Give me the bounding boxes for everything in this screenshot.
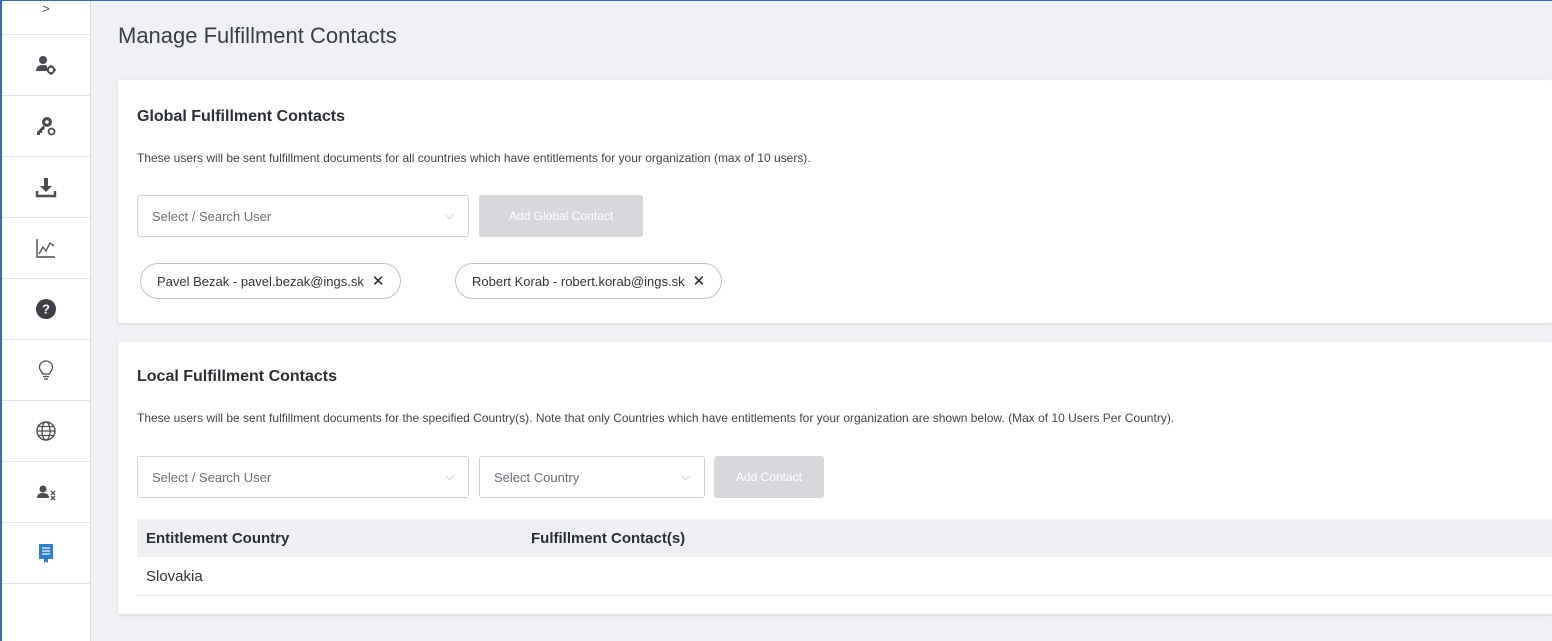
user-settings-icon (36, 56, 56, 75)
global-contact-chip: Pavel Bezak - pavel.bezak@ings.sk ✕ (140, 263, 402, 299)
add-global-contact-button[interactable]: Add Global Contact (479, 195, 643, 237)
local-user-select[interactable]: Select / Search User ⌵ (137, 456, 469, 498)
column-header-country: Entitlement Country (146, 529, 290, 547)
globe-icon (36, 421, 56, 441)
local-contacts-card: Local Fulfillment Contacts These users w… (118, 342, 1552, 614)
key-user-icon (37, 117, 56, 136)
country-select[interactable]: Select Country ⌵ (479, 456, 705, 498)
sidebar-item-global[interactable] (2, 401, 90, 462)
global-contacts-title: Global Fulfillment Contacts (137, 108, 346, 125)
table-row[interactable]: Slovakia (137, 557, 1552, 596)
svg-text:?: ? (42, 302, 50, 317)
sidebar-item-fulfillment[interactable] (2, 523, 90, 584)
sidebar-item-user-settings[interactable] (2, 35, 90, 96)
page-title: Manage Fulfillment Contacts (118, 23, 397, 48)
app-frame: > ? Manage Fulfillment Contacts Global F… (0, 0, 1552, 641)
certificate-icon (39, 544, 53, 563)
global-user-select[interactable]: Select / Search User ⌵ (137, 195, 469, 237)
download-icon (35, 178, 57, 198)
sidebar-item-key-user[interactable] (2, 96, 90, 157)
sidebar-item-download[interactable] (2, 157, 90, 218)
global-contact-chip-label: Pavel Bezak - pavel.bezak@ings.sk (157, 273, 364, 289)
global-contacts-description: These users will be sent fulfillment doc… (137, 151, 811, 165)
chevron-down-icon: ⌵ (445, 209, 454, 222)
global-user-select-placeholder: Select / Search User (152, 208, 272, 224)
sidebar-expand-toggle[interactable]: > (2, 1, 90, 35)
sidebar-item-ideas[interactable] (2, 340, 90, 401)
local-contacts-description: These users will be sent fulfillment doc… (137, 411, 1175, 425)
chart-icon (36, 239, 55, 258)
sidebar-item-help[interactable]: ? (2, 279, 90, 340)
lightbulb-icon (38, 360, 54, 380)
chevron-down-icon: ⌵ (681, 470, 690, 483)
global-contacts-card: Global Fulfillment Contacts These users … (118, 80, 1552, 323)
main-content: Manage Fulfillment Contacts Global Fulfi… (91, 1, 1552, 641)
global-contact-chip-label: Robert Korab - robert.korab@ings.sk (472, 273, 685, 289)
country-select-placeholder: Select Country (494, 469, 580, 485)
entitlement-country-cell: Slovakia (146, 567, 203, 585)
table-header-row: Entitlement Country Fulfillment Contact(… (137, 519, 1552, 557)
user-remove-icon (37, 485, 56, 501)
sidebar-item-reports[interactable] (2, 218, 90, 279)
remove-contact-icon[interactable]: ✕ (693, 272, 706, 290)
local-user-select-placeholder: Select / Search User (152, 469, 272, 485)
local-contacts-title: Local Fulfillment Contacts (137, 368, 338, 385)
sidebar: > ? (2, 1, 91, 641)
chevron-down-icon: ⌵ (445, 470, 454, 483)
help-icon: ? (36, 299, 56, 319)
column-header-contacts: Fulfillment Contact(s) (531, 529, 686, 547)
global-contact-chip: Robert Korab - robert.korab@ings.sk ✕ (455, 263, 723, 299)
sidebar-item-user-removal[interactable] (2, 462, 90, 523)
add-contact-button[interactable]: Add Contact (714, 456, 824, 498)
remove-contact-icon[interactable]: ✕ (372, 272, 385, 290)
